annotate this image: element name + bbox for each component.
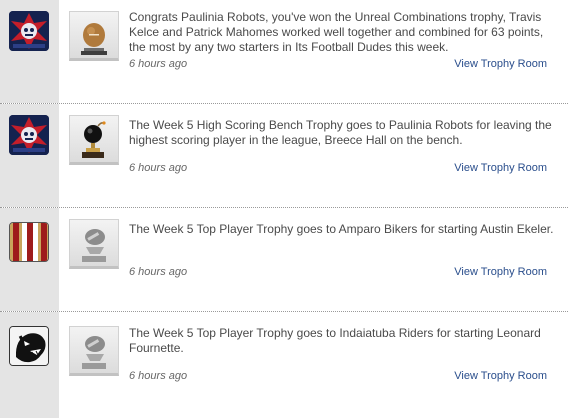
team-logo-panther[interactable] (9, 326, 49, 366)
view-trophy-room-link[interactable]: View Trophy Room (454, 266, 547, 278)
feed-message: The Week 5 Top Player Trophy goes to Ind… (129, 326, 541, 355)
timestamp: 6 hours ago (129, 162, 188, 174)
view-trophy-room-link[interactable]: View Trophy Room (454, 162, 547, 174)
feed-item: The Week 5 Top Player Trophy goes to Amp… (0, 208, 568, 312)
football-trophy-icon[interactable] (69, 11, 119, 61)
feed-message: The Week 5 Top Player Trophy goes to Amp… (129, 222, 554, 236)
view-trophy-room-link[interactable]: View Trophy Room (454, 58, 547, 70)
player-trophy-icon[interactable] (69, 326, 119, 376)
team-logo-robots[interactable] (9, 11, 49, 51)
feed-item: Congrats Paulinia Robots, you've won the… (0, 0, 568, 104)
timestamp: 6 hours ago (129, 370, 188, 382)
feed-item: The Week 5 High Scoring Bench Trophy goe… (0, 104, 568, 208)
player-trophy-icon[interactable] (69, 219, 119, 269)
team-logo-robots[interactable] (9, 115, 49, 155)
feed-message: The Week 5 High Scoring Bench Trophy goe… (129, 118, 552, 147)
trophy-feed: Congrats Paulinia Robots, you've won the… (0, 0, 568, 418)
team-logo-stripes[interactable] (9, 222, 49, 262)
timestamp: 6 hours ago (129, 266, 188, 278)
bomb-trophy-icon[interactable] (69, 115, 119, 165)
timestamp: 6 hours ago (129, 58, 188, 70)
feed-item: The Week 5 Top Player Trophy goes to Ind… (0, 312, 568, 418)
view-trophy-room-link[interactable]: View Trophy Room (454, 370, 547, 382)
feed-message: Congrats Paulinia Robots, you've won the… (129, 10, 544, 54)
